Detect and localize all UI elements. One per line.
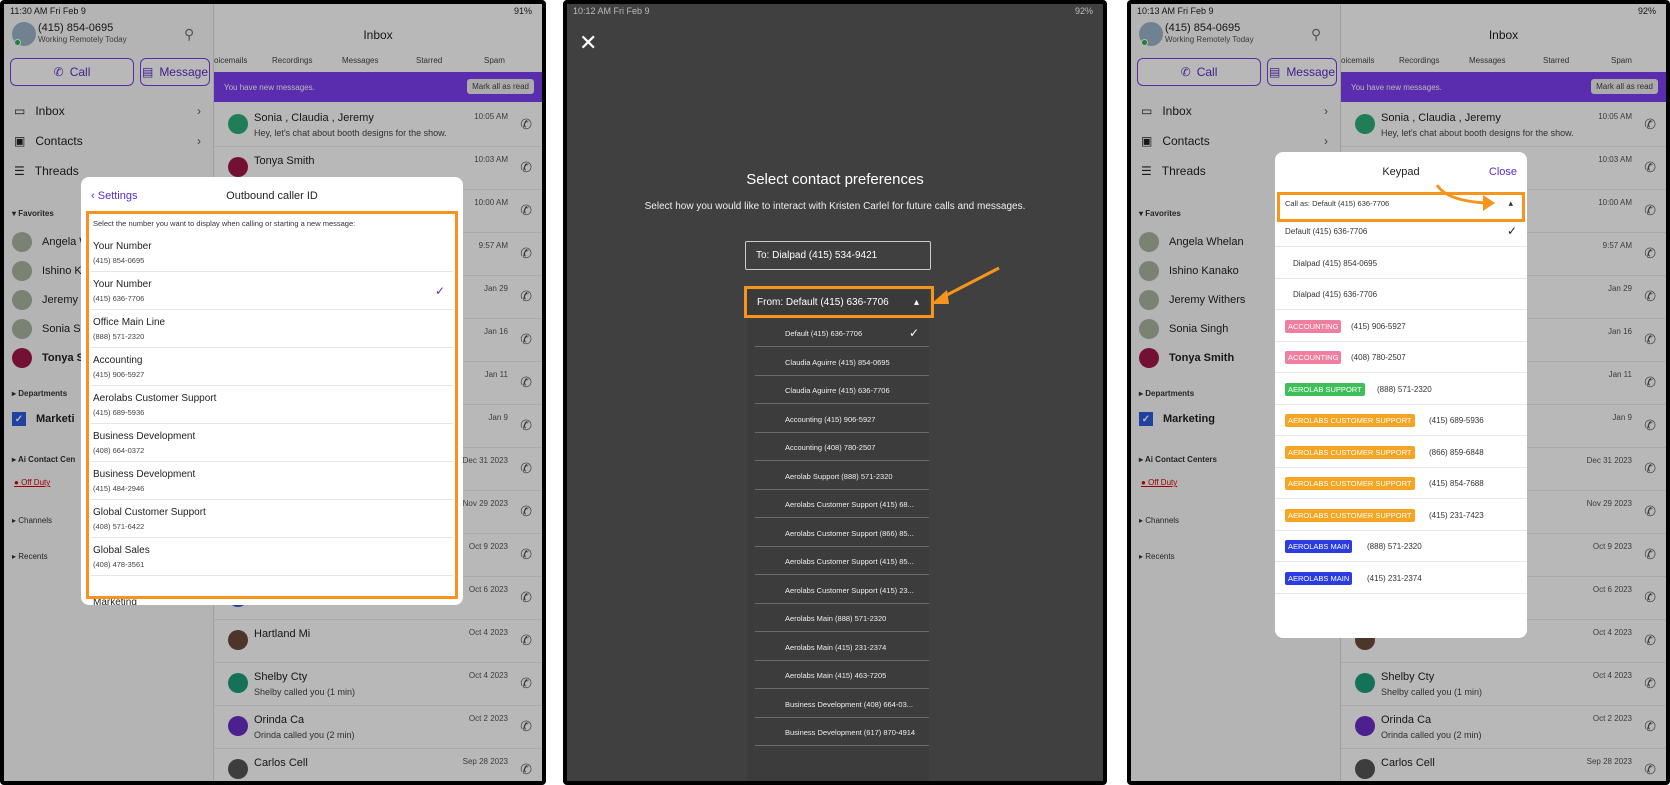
checkmark-icon: ✓ bbox=[1506, 224, 1517, 238]
option-label: Aerolabs Customer Support (866) 85... bbox=[785, 528, 914, 538]
department-tag: AEROLABS CUSTOMER SUPPORT bbox=[1285, 414, 1415, 427]
keypad-modal: Keypad Close Call as: Default (415) 636-… bbox=[1275, 152, 1527, 638]
option-label: Aerolabs Main (888) 571-2320 bbox=[785, 614, 887, 623]
caller-id-option[interactable]: AEROLABS CUSTOMER SUPPORT (866) 859-6848 bbox=[1275, 437, 1527, 468]
from-option[interactable]: Aerolabs Main (415) 231-2374 bbox=[755, 633, 929, 661]
option-label: Aerolabs Main (415) 463-7205 bbox=[785, 671, 887, 680]
caller-id-option[interactable]: Dialpad (415) 636-7706 bbox=[1275, 279, 1527, 310]
caller-id-option[interactable]: ACCOUNTING (415) 906-5927 bbox=[1275, 311, 1527, 342]
panel-outbound-caller-id: 11:30 AM Fri Feb 9 91% (415) 854-0695 Wo… bbox=[0, 0, 546, 785]
close-icon[interactable]: ✕ bbox=[579, 30, 597, 56]
from-option[interactable]: Accounting (415) 906-5927 bbox=[755, 405, 929, 433]
from-option[interactable]: Aerolabs Customer Support (415) 23... bbox=[755, 576, 929, 604]
modal-title: Outbound caller ID bbox=[226, 190, 318, 202]
caller-id-option[interactable]: AEROLABS CUSTOMER SUPPORT (415) 231-7423 bbox=[1275, 500, 1527, 531]
from-option[interactable]: Aerolabs Customer Support (415) 68... bbox=[755, 490, 929, 518]
option-number: Dialpad (415) 636-7706 bbox=[1293, 290, 1378, 299]
from-dropdown-list: Default (415) 636-7706 ✓ Claudia Aguirre (… bbox=[747, 319, 929, 781]
option-label: Accounting (408) 780-2507 bbox=[785, 443, 876, 452]
option-number: (415) 231-7423 bbox=[1429, 510, 1484, 520]
department-tag: AEROLABS MAIN bbox=[1285, 571, 1353, 585]
option-label: Accounting (415) 906-5927 bbox=[785, 414, 876, 424]
option-number: (415) 906-5927 bbox=[1351, 321, 1406, 331]
option-number: (888) 571-2320 bbox=[1367, 542, 1422, 551]
caller-id-option[interactable]: AEROLABS CUSTOMER SUPPORT (415) 854-7688 bbox=[1275, 468, 1527, 499]
option-label: Business Development (408) 664-03... bbox=[785, 699, 913, 709]
option-label: Claudia Aguirre (415) 854-0695 bbox=[785, 357, 890, 367]
caller-id-list: Default (415) 636-7706 ✓ Dialpad (415) 854… bbox=[1275, 216, 1527, 638]
from-option[interactable]: Default (415) 636-7706 ✓ bbox=[755, 319, 929, 347]
from-option[interactable]: Aerolabs Customer Support (415) 85... bbox=[755, 547, 929, 575]
department-tag: AEROLABS MAIN bbox=[1285, 540, 1353, 553]
caller-id-option[interactable]: Dialpad (415) 854-0695 bbox=[1275, 248, 1527, 279]
panel-contact-preferences: 10:12 AM Fri Feb 9 92% ✕ Select contact … bbox=[563, 0, 1107, 785]
option-label: Aerolabs Customer Support (415) 23... bbox=[785, 585, 914, 595]
option-label: Claudia Aguirre (415) 636-7706 bbox=[785, 386, 890, 395]
option-label: Aerolabs Customer Support (415) 68... bbox=[785, 500, 914, 509]
checkmark-icon: ✓ bbox=[908, 326, 919, 340]
option-number: (888) 571-2320 bbox=[1377, 384, 1432, 394]
panel-keypad: 10:13 AM Fri Feb 9 92% (415) 854-0695 Wo… bbox=[1127, 0, 1670, 785]
department-tag: ACCOUNTING bbox=[1285, 351, 1342, 364]
from-option[interactable]: Aerolabs Main (888) 571-2320 bbox=[755, 604, 929, 632]
caller-id-option[interactable]: AEROLAB SUPPORT (888) 571-2320 bbox=[1275, 374, 1527, 405]
option-number: (415) 231-2374 bbox=[1367, 573, 1422, 583]
department-tag: AEROLAB SUPPORT bbox=[1285, 382, 1365, 396]
close-button[interactable]: Close bbox=[1489, 166, 1517, 178]
option-label: Aerolabs Main (415) 231-2374 bbox=[785, 642, 887, 652]
from-option[interactable]: Aerolab Support (888) 571-2320 bbox=[755, 462, 929, 490]
option-label: Aerolabs Customer Support (415) 85... bbox=[785, 557, 914, 566]
department-tag: AEROLABS CUSTOMER SUPPORT bbox=[1285, 477, 1415, 490]
from-option[interactable]: Aerolabs Customer Support (866) 85... bbox=[755, 519, 929, 547]
to-field[interactable]: To: Dialpad (415) 534-9421 bbox=[745, 241, 931, 270]
department-tag: ACCOUNTING bbox=[1285, 319, 1342, 333]
option-number: (415) 689-5936 bbox=[1429, 416, 1484, 425]
arrow-icon bbox=[931, 266, 1000, 304]
option-number: Default (415) 636-7706 bbox=[1285, 227, 1368, 236]
highlight-box bbox=[86, 211, 458, 599]
caller-id-option[interactable]: AEROLABS MAIN (888) 571-2320 bbox=[1275, 531, 1527, 562]
status-bar: 10:12 AM Fri Feb 9 92% bbox=[567, 4, 1103, 16]
option-number: (866) 859-6848 bbox=[1429, 447, 1484, 457]
from-option[interactable]: Aerolabs Main (415) 463-7205 bbox=[755, 661, 929, 689]
from-option[interactable]: Accounting (408) 780-2507 bbox=[755, 433, 929, 461]
option-label: Default (415) 636-7706 bbox=[785, 329, 863, 338]
option-number: Dialpad (415) 854-0695 bbox=[1293, 258, 1378, 268]
option-label: Aerolab Support (888) 571-2320 bbox=[785, 471, 893, 481]
arrow-icon bbox=[1435, 184, 1495, 211]
caller-id-option[interactable]: AEROLABS MAIN (415) 231-2374 bbox=[1275, 563, 1527, 594]
department-tag: AEROLABS CUSTOMER SUPPORT bbox=[1285, 508, 1415, 522]
page-title: Select contact preferences bbox=[746, 171, 924, 188]
from-option[interactable]: Claudia Aguirre (415) 636-7706 bbox=[755, 376, 929, 404]
caller-id-option[interactable]: AEROLABS CUSTOMER SUPPORT (415) 689-5936 bbox=[1275, 405, 1527, 436]
option-number: (415) 854-7688 bbox=[1429, 479, 1484, 488]
option-number: (408) 780-2507 bbox=[1351, 353, 1406, 362]
caller-id-option[interactable]: ACCOUNTING (408) 780-2507 bbox=[1275, 342, 1527, 373]
from-option[interactable]: Business Development (617) 870-4914 bbox=[755, 718, 929, 746]
option-label: Business Development (617) 870-4914 bbox=[785, 728, 916, 737]
highlight-box bbox=[744, 286, 934, 318]
status-battery: 92% bbox=[1074, 6, 1093, 16]
from-option[interactable]: Business Development (408) 664-03... bbox=[755, 690, 929, 718]
status-time: 10:12 AM Fri Feb 9 bbox=[573, 6, 650, 16]
department-tag: AEROLABS CUSTOMER SUPPORT bbox=[1285, 445, 1415, 459]
from-option[interactable]: Claudia Aguirre (415) 854-0695 bbox=[755, 348, 929, 376]
page-subtitle: Select how you would like to interact wi… bbox=[644, 201, 1026, 212]
